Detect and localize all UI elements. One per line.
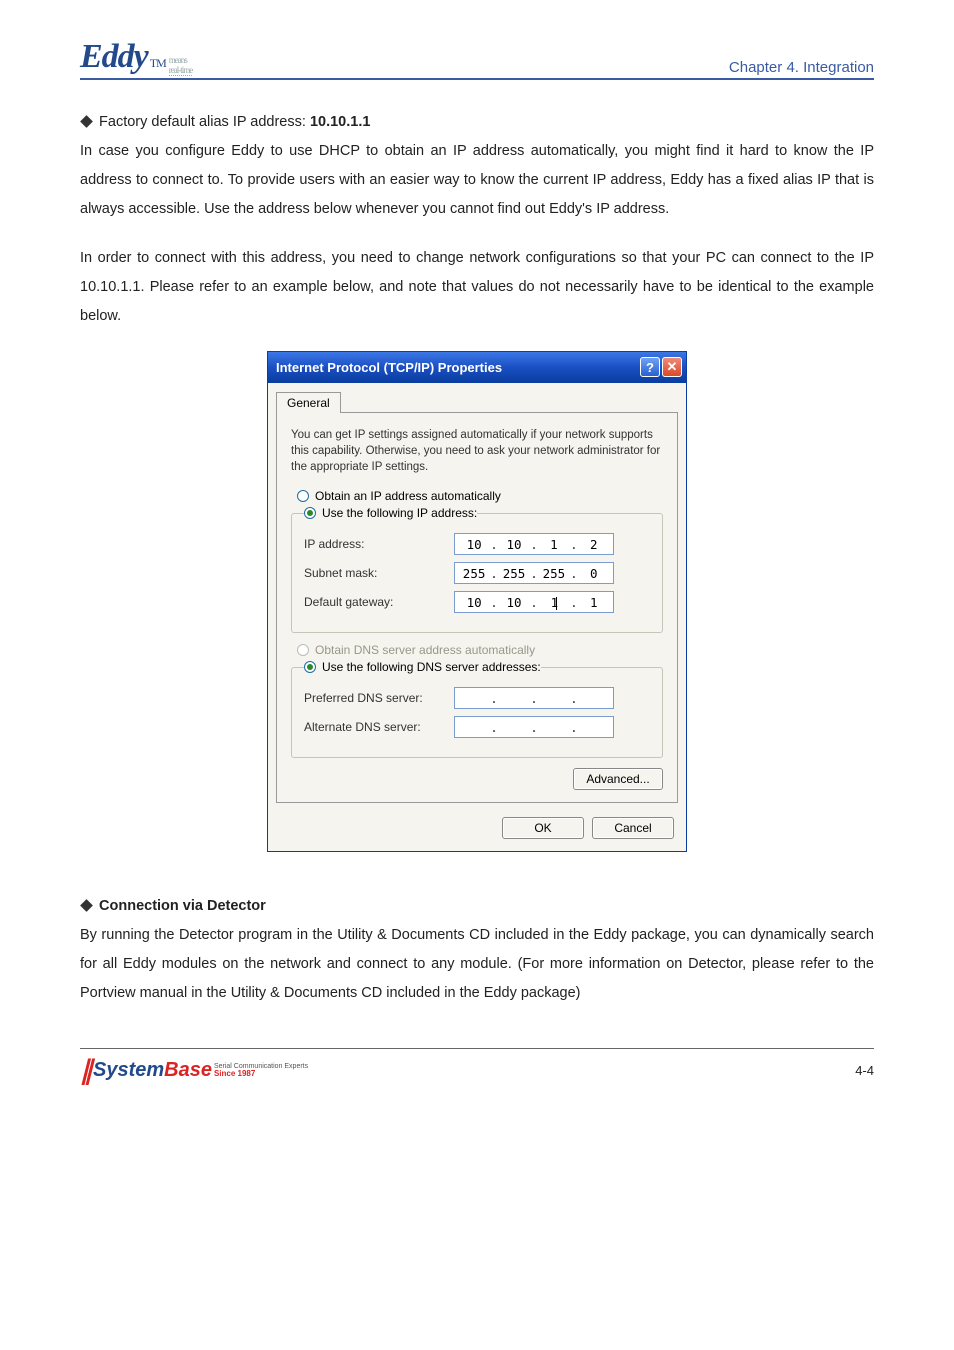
section1-para2: In order to connect with this address, y… [80, 244, 874, 331]
section1-para1: In case you configure Eddy to use DHCP t… [80, 143, 874, 217]
text-cursor-icon [556, 597, 557, 610]
dialog-title: Internet Protocol (TCP/IP) Properties [276, 360, 502, 375]
bullet-diamond-icon [80, 900, 93, 913]
section-connection-detector: Connection via Detector By running the D… [80, 892, 874, 1008]
page-header: EddyTM means real-time Chapter 4. Integr… [80, 38, 874, 80]
advanced-button[interactable]: Advanced... [573, 768, 663, 790]
default-gateway-label: Default gateway: [304, 595, 454, 609]
footer-logo: ∥ SystemBase Serial Communication Expert… [80, 1055, 308, 1086]
preferred-dns-input[interactable]: . . . [454, 687, 614, 709]
tcpip-properties-dialog: Internet Protocol (TCP/IP) Properties ? … [267, 351, 687, 852]
dialog-intro: You can get IP settings assigned automat… [291, 427, 663, 475]
radio-use-ip[interactable] [304, 507, 316, 519]
subnet-mask-input[interactable]: 255. 255. 255. 0 [454, 562, 614, 584]
radio-obtain-dns [297, 644, 309, 656]
page-number: 4-4 [855, 1063, 874, 1078]
radio-use-dns-label: Use the following DNS server addresses: [322, 660, 541, 674]
section-factory-alias: Factory default alias IP address: 10.10.… [80, 108, 874, 224]
radio-obtain-dns-label: Obtain DNS server address automatically [315, 643, 535, 657]
radio-obtain-ip-label: Obtain an IP address automatically [315, 489, 501, 503]
cancel-button[interactable]: Cancel [592, 817, 674, 839]
dialog-titlebar: Internet Protocol (TCP/IP) Properties ? … [268, 352, 686, 383]
logo-text: Eddy [80, 38, 148, 76]
section1-heading-prefix: Factory default alias IP address: [99, 114, 310, 130]
default-gateway-input[interactable]: 10. 10. 1. 1 [454, 591, 614, 613]
bullet-diamond-icon [80, 115, 93, 128]
alternate-dns-label: Alternate DNS server: [304, 720, 454, 734]
tab-general[interactable]: General [276, 392, 341, 413]
logo-subtext: means real-time [169, 55, 192, 76]
tab-panel-general: You can get IP settings assigned automat… [276, 412, 678, 803]
subnet-mask-label: Subnet mask: [304, 566, 454, 580]
alternate-dns-input[interactable]: . . . [454, 716, 614, 738]
brand-logo: EddyTM means real-time [80, 38, 192, 76]
ip-address-label: IP address: [304, 537, 454, 551]
help-button[interactable]: ? [640, 357, 660, 377]
section2-heading: Connection via Detector [99, 898, 266, 914]
ok-button[interactable]: OK [502, 817, 584, 839]
close-button[interactable]: ✕ [662, 357, 682, 377]
ip-address-group: Use the following IP address: IP address… [291, 506, 663, 633]
chapter-title: Chapter 4. Integration [729, 59, 874, 76]
section2-para: By running the Detector program in the U… [80, 927, 874, 1001]
logo-tm: TM [150, 56, 166, 71]
dns-group: Use the following DNS server addresses: … [291, 660, 663, 758]
radio-use-ip-label: Use the following IP address: [322, 506, 477, 520]
radio-use-dns[interactable] [304, 661, 316, 673]
preferred-dns-label: Preferred DNS server: [304, 691, 454, 705]
page-footer: ∥ SystemBase Serial Communication Expert… [80, 1048, 874, 1086]
section1-heading-ip: 10.10.1.1 [310, 114, 370, 130]
ip-address-input[interactable]: 10. 10. 1. 2 [454, 533, 614, 555]
radio-obtain-ip[interactable] [297, 490, 309, 502]
